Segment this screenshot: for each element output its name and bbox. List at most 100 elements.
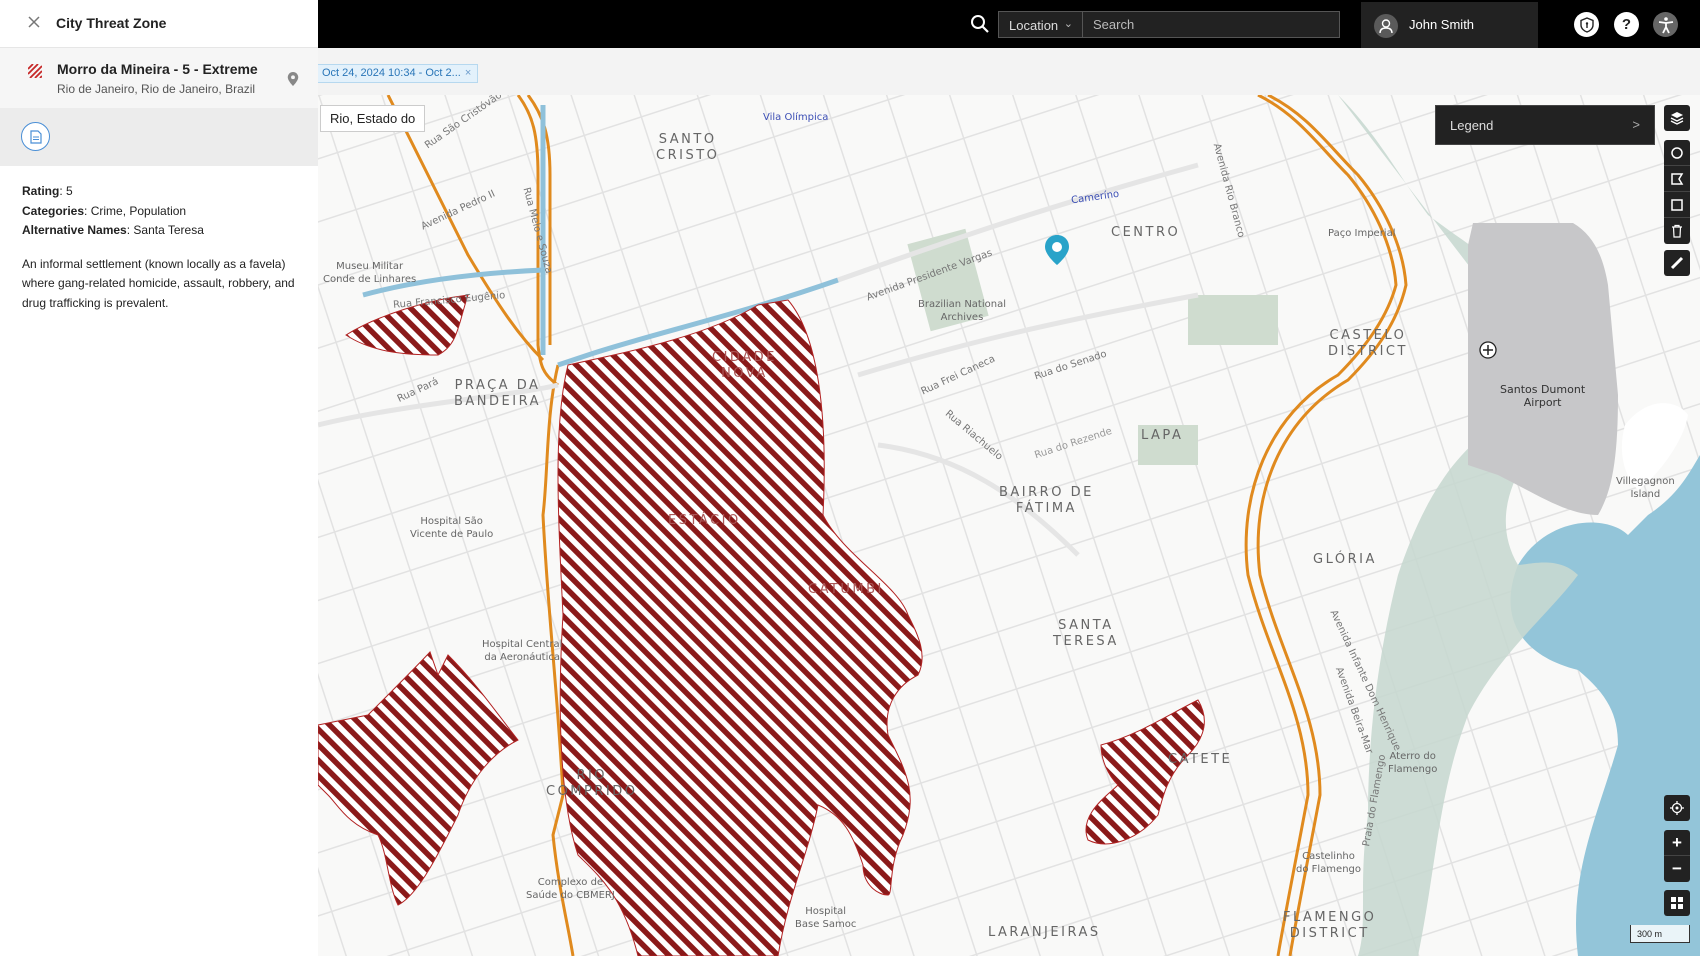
legend-label: Legend bbox=[1450, 118, 1494, 133]
basemap-button[interactable] bbox=[1664, 890, 1690, 916]
alt-names-value: Santa Teresa bbox=[133, 223, 204, 237]
draw-rectangle-icon bbox=[1671, 198, 1683, 211]
categories-label: Categories bbox=[22, 203, 85, 218]
poi-label: Museu Militar Conde de Linhares bbox=[323, 261, 417, 285]
map-basemap bbox=[318, 95, 1700, 956]
accessibility-icon bbox=[1658, 16, 1673, 33]
locate-button[interactable] bbox=[1664, 795, 1690, 821]
filter-bar: Oct 24, 2024 10:34 - Oct 2... × bbox=[315, 48, 1700, 95]
map-pin-icon[interactable] bbox=[287, 72, 299, 86]
date-filter-label: Oct 24, 2024 10:34 - Oct 2... bbox=[322, 67, 461, 79]
district-label: CATETE bbox=[1168, 752, 1233, 767]
rating-label: Rating bbox=[22, 184, 60, 198]
zoom-in-icon: + bbox=[1672, 832, 1682, 852]
remove-filter-icon[interactable]: × bbox=[465, 67, 471, 79]
search-type-select[interactable]: Location ⌄ bbox=[998, 11, 1082, 38]
district-label: GLÓRIA bbox=[1313, 552, 1377, 567]
ruler-icon bbox=[1670, 256, 1684, 270]
airport-marker bbox=[1479, 341, 1497, 359]
help-icon: ? bbox=[1621, 16, 1632, 33]
draw-rectangle-button[interactable] bbox=[1664, 192, 1690, 218]
poi-label: Castelinho do Flamengo bbox=[1296, 851, 1361, 875]
district-label: LARANJEIRAS bbox=[988, 925, 1101, 940]
trash-icon bbox=[1672, 224, 1682, 238]
categories-value: Crime, Population bbox=[90, 203, 187, 218]
basemap-grid-icon bbox=[1671, 897, 1683, 909]
panel-actions bbox=[0, 108, 318, 166]
date-filter-chip[interactable]: Oct 24, 2024 10:34 - Oct 2... × bbox=[315, 64, 479, 83]
security-button[interactable] bbox=[1574, 12, 1599, 37]
map-canvas[interactable]: Rio, Estado do SANTO CRISTO CENTRO CASTE… bbox=[318, 95, 1700, 956]
district-label: CASTELO DISTRICT bbox=[1328, 328, 1408, 359]
poi-label: Santos Dumont Airport bbox=[1500, 383, 1586, 409]
threat-zone-item[interactable]: Morro da Mineira - 5 - Extreme Rio de Ja… bbox=[0, 48, 318, 108]
chevron-right-icon: > bbox=[1632, 117, 1640, 132]
user-icon bbox=[1379, 19, 1393, 34]
zoom-in-button[interactable]: + bbox=[1664, 830, 1690, 856]
zoom-out-button[interactable]: − bbox=[1664, 856, 1690, 882]
district-label: CENTRO bbox=[1111, 225, 1181, 240]
delete-drawing-button[interactable] bbox=[1664, 218, 1690, 244]
layers-icon bbox=[1670, 112, 1684, 125]
locate-icon bbox=[1670, 801, 1684, 815]
threat-description: An informal settlement (known locally as… bbox=[22, 256, 295, 310]
poi-label: Paço Imperial bbox=[1328, 228, 1396, 239]
district-label: CATUMBI bbox=[808, 582, 884, 597]
accessibility-button[interactable] bbox=[1653, 12, 1678, 37]
district-label: LAPA bbox=[1141, 428, 1184, 443]
layers-button[interactable] bbox=[1664, 105, 1690, 131]
poi-label: Hospital São Vicente de Paulo bbox=[410, 516, 494, 540]
threat-hatch-icon bbox=[28, 64, 42, 78]
zoom-out-icon: − bbox=[1672, 859, 1682, 878]
draw-circle-button[interactable] bbox=[1664, 140, 1690, 166]
poi-label: Hospital Base Samoc bbox=[795, 906, 857, 930]
district-label: RIO COMPRIDO bbox=[546, 768, 638, 799]
draw-polygon-icon bbox=[1671, 172, 1684, 185]
threat-detail-panel: City Threat Zone Morro da Mineira - 5 - … bbox=[0, 0, 318, 956]
alt-names-label: Alternative Names bbox=[22, 223, 127, 237]
poi-label: Hospital Central da Aeronáutica bbox=[482, 639, 563, 663]
threat-zone-title: Morro da Mineira - 5 - Extreme bbox=[57, 61, 258, 77]
poi-label: Complexo de Saúde do CBMERJ bbox=[526, 877, 615, 901]
avatar bbox=[1374, 14, 1398, 38]
scale-bar: 300 m bbox=[1630, 925, 1690, 943]
district-label: BAIRRO DE FÁTIMA bbox=[999, 485, 1094, 516]
district-label: CIDADE NOVA bbox=[712, 350, 777, 381]
chevron-down-icon: ⌄ bbox=[1063, 18, 1073, 30]
user-name: John Smith bbox=[1409, 17, 1475, 32]
zoom-controls: + − bbox=[1664, 830, 1690, 882]
rating-value: 5 bbox=[66, 184, 73, 198]
district-label: PRAÇA DA BANDEIRA bbox=[454, 378, 541, 409]
district-label: SANTO CRISTO bbox=[656, 132, 720, 163]
district-label: FLAMENGO DISTRICT bbox=[1283, 910, 1377, 941]
close-icon[interactable] bbox=[26, 14, 42, 30]
search-icon[interactable] bbox=[970, 14, 990, 34]
place-tooltip: Rio, Estado do bbox=[320, 105, 426, 132]
user-menu[interactable]: John Smith bbox=[1361, 2, 1538, 48]
poi-label: Brazilian National Archives bbox=[918, 299, 1006, 323]
draw-polygon-button[interactable] bbox=[1664, 166, 1690, 192]
help-button[interactable]: ? bbox=[1614, 12, 1639, 37]
alt-names-line: Alternative Names: Santa Teresa bbox=[22, 223, 204, 237]
district-label: SANTA TERESA bbox=[1053, 618, 1119, 649]
draw-circle-icon bbox=[1671, 146, 1683, 159]
district-label: ESTÁCIO bbox=[668, 513, 741, 528]
search-input[interactable] bbox=[1082, 11, 1340, 38]
transit-label: Vila Olímpica bbox=[763, 112, 829, 123]
draw-tools bbox=[1664, 140, 1690, 244]
search-type-value: Location bbox=[1009, 18, 1059, 33]
rating-line: Rating: 5 bbox=[22, 184, 73, 198]
panel-header: City Threat Zone bbox=[0, 0, 318, 48]
threat-zone-location: Rio de Janeiro, Rio de Janeiro, Brazil bbox=[57, 82, 256, 96]
shield-icon bbox=[1579, 16, 1594, 33]
threat-details: Rating: 5 Categories: Crime, Population … bbox=[0, 166, 318, 329]
panel-title: City Threat Zone bbox=[56, 15, 167, 31]
legend-toggle[interactable]: Legend > bbox=[1435, 105, 1655, 145]
poi-label: Aterro do Flamengo bbox=[1388, 751, 1438, 775]
poi-label: Villegagnon Island bbox=[1616, 476, 1675, 500]
airport-area bbox=[1468, 223, 1618, 515]
document-icon bbox=[29, 129, 42, 144]
categories-line: Categories: Crime, Population bbox=[22, 203, 187, 218]
report-button[interactable] bbox=[21, 122, 50, 151]
measure-button[interactable] bbox=[1664, 250, 1690, 276]
